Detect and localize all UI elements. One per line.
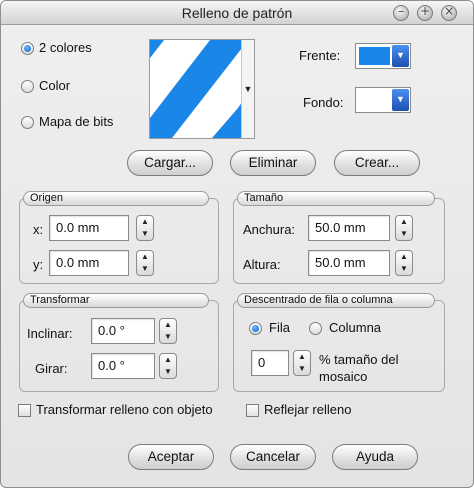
arrow-up-icon[interactable]: ▲ [137,251,153,263]
skew-stepper[interactable]: ▲ ▼ [159,318,177,344]
radio-two-colors-label[interactable]: 2 colores [39,40,92,55]
radio-column[interactable] [309,322,322,335]
minimize-button[interactable]: – [393,4,409,21]
rotate-stepper[interactable]: ▲ ▼ [159,353,177,379]
size-width-input[interactable]: 50.0 mm [308,215,390,241]
load-button[interactable]: Cargar... [127,150,213,176]
transform-with-object-label[interactable]: Transformar relleno con objeto [36,402,213,417]
transform-with-object-checkbox[interactable] [18,404,31,417]
pattern-picker-dropdown[interactable]: ▼ [241,40,254,138]
origin-y-input[interactable]: 0.0 mm [49,250,129,276]
origin-y-label: y: [33,257,44,272]
skew-label: Inclinar: [27,326,73,341]
pattern-preview-image [150,40,242,138]
size-width-stepper[interactable]: ▲ ▼ [395,215,413,241]
back-color-picker[interactable]: ▼ [355,87,411,113]
arrow-down-icon[interactable]: ▼ [396,263,412,275]
arrow-down-icon[interactable]: ▼ [137,263,153,275]
rotate-input[interactable]: 0.0 ° [91,353,155,379]
transform-group-title: Transformar [23,293,209,308]
arrow-down-icon[interactable]: ▼ [160,331,176,343]
front-color-picker[interactable]: ▼ [355,43,411,69]
back-color-swatch [359,91,390,109]
back-color-label: Fondo: [303,95,344,110]
pattern-preview[interactable]: ▼ [149,39,255,139]
arrow-up-icon[interactable]: ▲ [294,351,310,363]
rotate-label: Girar: [35,361,68,376]
dropdown-arrow-icon: ▼ [243,84,253,94]
arrow-down-icon[interactable]: ▼ [137,228,153,240]
diagonal-stripe-pattern-icon [150,40,242,138]
arrow-down-icon[interactable]: ▼ [160,366,176,378]
arrow-down-icon[interactable]: ▼ [294,363,310,375]
help-button[interactable]: Ayuda [332,444,418,470]
dropdown-arrow-icon: ▼ [396,50,405,60]
origin-x-input[interactable]: 0.0 mm [49,215,129,241]
radio-row-label[interactable]: Fila [269,320,290,335]
offset-percent-label-line2: mosaico [319,369,368,384]
minimize-icon: – [398,4,404,18]
ok-button[interactable]: Aceptar [128,444,214,470]
size-height-stepper[interactable]: ▲ ▼ [395,250,413,276]
create-button[interactable]: Crear... [334,150,420,176]
front-color-label: Frente: [299,48,341,63]
offset-percent-stepper[interactable]: ▲ ▼ [293,350,311,376]
arrow-down-icon[interactable]: ▼ [396,228,412,240]
arrow-up-icon[interactable]: ▲ [160,354,176,366]
maximize-icon: + [419,4,431,18]
dropdown-arrow-icon: ▼ [396,94,405,104]
arrow-up-icon[interactable]: ▲ [396,216,412,228]
origin-group-title: Origen [23,191,209,206]
front-color-dropdown[interactable]: ▼ [392,45,409,67]
delete-button[interactable]: Eliminar [230,150,316,176]
size-group-title: Tamaño [237,191,435,206]
arrow-up-icon[interactable]: ▲ [396,251,412,263]
size-height-input[interactable]: 50.0 mm [308,250,390,276]
origin-x-label: x: [33,222,44,237]
size-width-label: Anchura: [243,222,296,237]
mirror-fill-checkbox[interactable] [246,404,259,417]
pattern-fill-dialog: Relleno de patrón – + × 2 colores Color … [0,0,474,488]
radio-bitmap[interactable] [21,116,34,129]
mirror-fill-label[interactable]: Reflejar relleno [264,402,351,417]
radio-column-label[interactable]: Columna [329,320,381,335]
offset-percent-label: % tamaño del [319,352,399,367]
radio-two-colors[interactable] [21,42,34,55]
arrow-up-icon[interactable]: ▲ [160,319,176,331]
origin-x-stepper[interactable]: ▲ ▼ [136,215,154,241]
size-height-label: Altura: [243,257,281,272]
skew-input[interactable]: 0.0 ° [91,318,155,344]
front-color-swatch [359,47,390,65]
title-bar[interactable]: Relleno de patrón – + × [1,1,473,25]
maximize-button[interactable]: + [417,4,433,21]
cancel-button[interactable]: Cancelar [230,444,316,470]
arrow-up-icon[interactable]: ▲ [137,216,153,228]
offset-percent-input[interactable]: 0 [251,350,289,376]
radio-color[interactable] [21,80,34,93]
close-button[interactable]: × [441,4,457,21]
origin-y-stepper[interactable]: ▲ ▼ [136,250,154,276]
offset-group-title: Descentrado de fila o columna [237,293,435,308]
radio-bitmap-label[interactable]: Mapa de bits [39,114,113,129]
back-color-dropdown[interactable]: ▼ [392,89,409,111]
close-icon: × [443,4,455,18]
radio-color-label[interactable]: Color [39,78,70,93]
radio-row[interactable] [249,322,262,335]
